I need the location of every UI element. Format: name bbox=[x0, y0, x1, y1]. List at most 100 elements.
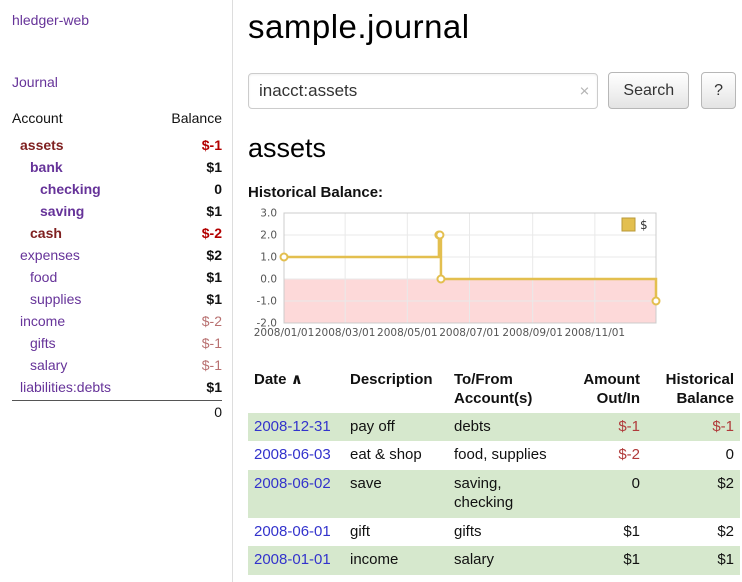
accounts-total-row: 0 bbox=[12, 400, 222, 423]
account-balance: $-2 bbox=[202, 225, 222, 241]
svg-text:1.0: 1.0 bbox=[260, 252, 277, 264]
transaction-date-link[interactable]: 2008-06-03 bbox=[254, 446, 331, 463]
table-row: 2008-06-03 eat & shop food, supplies $-2… bbox=[248, 441, 740, 470]
transaction-date-link[interactable]: 2008-06-01 bbox=[254, 523, 331, 540]
search-button[interactable]: Search bbox=[608, 72, 689, 109]
svg-text:2.0: 2.0 bbox=[260, 230, 277, 242]
account-link[interactable]: assets bbox=[12, 137, 64, 153]
account-balance: $1 bbox=[206, 203, 222, 219]
account-row: checking 0 bbox=[12, 178, 222, 200]
transaction-date-link[interactable]: 2008-06-02 bbox=[254, 475, 331, 492]
transaction-date-link[interactable]: 2008-12-31 bbox=[254, 418, 331, 435]
svg-text:$: $ bbox=[640, 218, 648, 232]
transaction-balance: 0 bbox=[646, 441, 740, 470]
account-row: food $1 bbox=[12, 266, 222, 288]
transaction-amount: $1 bbox=[564, 546, 646, 575]
account-link[interactable]: saving bbox=[12, 203, 84, 219]
transaction-date-link[interactable]: 2008-01-01 bbox=[254, 551, 331, 568]
svg-text:2008/03/01: 2008/03/01 bbox=[315, 327, 376, 339]
account-row: bank $1 bbox=[12, 156, 222, 178]
account-row: cash $-2 bbox=[12, 222, 222, 244]
transaction-accounts: food, supplies bbox=[448, 441, 564, 470]
account-balance: $2 bbox=[206, 247, 222, 263]
accounts-header-balance: Balance bbox=[171, 110, 222, 126]
table-row: 2008-06-01 gift gifts $1 $2 bbox=[248, 518, 740, 547]
transaction-amount: 0 bbox=[564, 470, 646, 518]
accounts-total-value: 0 bbox=[214, 404, 222, 420]
register-header-row: Date ∧ Description To/From Account(s) Am… bbox=[248, 367, 740, 413]
account-link[interactable]: supplies bbox=[12, 291, 81, 307]
account-row: liabilities:debts $1 bbox=[12, 376, 222, 398]
transaction-accounts: debts bbox=[448, 413, 564, 442]
transaction-description: gift bbox=[344, 518, 448, 547]
col-header-amount: Amount Out/In bbox=[564, 367, 646, 413]
svg-text:-1.0: -1.0 bbox=[257, 296, 278, 308]
account-link[interactable]: checking bbox=[12, 181, 101, 197]
svg-text:2008/07/01: 2008/07/01 bbox=[439, 327, 500, 339]
account-balance: $-1 bbox=[202, 335, 222, 351]
search-input[interactable] bbox=[248, 73, 598, 109]
account-row: supplies $1 bbox=[12, 288, 222, 310]
account-link[interactable]: bank bbox=[12, 159, 63, 175]
account-link[interactable]: food bbox=[12, 269, 57, 285]
transaction-balance: $2 bbox=[646, 470, 740, 518]
account-balance: $1 bbox=[206, 269, 222, 285]
account-row: assets $-1 bbox=[12, 134, 222, 156]
account-link[interactable]: income bbox=[12, 313, 65, 329]
account-row: gifts $-1 bbox=[12, 332, 222, 354]
account-row: saving $1 bbox=[12, 200, 222, 222]
transaction-amount: $-2 bbox=[564, 441, 646, 470]
svg-text:3.0: 3.0 bbox=[260, 208, 277, 220]
svg-text:2008/01/01: 2008/01/01 bbox=[254, 327, 315, 339]
transaction-accounts: saving, checking bbox=[448, 470, 564, 518]
transaction-description: save bbox=[344, 470, 448, 518]
col-header-accounts: To/From Account(s) bbox=[448, 367, 564, 413]
transaction-accounts: salary bbox=[448, 546, 564, 575]
clear-search-icon[interactable]: × bbox=[579, 82, 589, 99]
col-header-description: Description bbox=[344, 367, 448, 413]
search-box: × bbox=[248, 73, 598, 109]
col-header-date-label: Date bbox=[254, 371, 287, 388]
transaction-accounts: gifts bbox=[448, 518, 564, 547]
transaction-description: eat & shop bbox=[344, 441, 448, 470]
account-link[interactable]: liabilities:debts bbox=[12, 379, 111, 395]
account-link[interactable]: expenses bbox=[12, 247, 80, 263]
account-balance: 0 bbox=[214, 181, 222, 197]
account-balance: $-2 bbox=[202, 313, 222, 329]
account-row: salary $-1 bbox=[12, 354, 222, 376]
account-balance: $1 bbox=[206, 159, 222, 175]
svg-text:2008/11/01: 2008/11/01 bbox=[565, 327, 626, 339]
account-row: income $-2 bbox=[12, 310, 222, 332]
account-list: assets $-1 bank $1 checking 0 saving $1 … bbox=[12, 134, 222, 398]
balance-chart: 3.02.01.00.0-1.0-2.02008/01/012008/03/01… bbox=[248, 207, 664, 355]
account-balance: $1 bbox=[206, 291, 222, 307]
account-link[interactable]: salary bbox=[12, 357, 67, 373]
transaction-balance: $1 bbox=[646, 546, 740, 575]
transaction-amount: $-1 bbox=[564, 413, 646, 442]
table-row: 2008-01-01 income salary $1 $1 bbox=[248, 546, 740, 575]
nav-journal-link[interactable]: Journal bbox=[12, 74, 222, 90]
app-title-link[interactable]: hledger-web bbox=[12, 12, 222, 28]
account-link[interactable]: cash bbox=[12, 225, 62, 241]
table-row: 2008-12-31 pay off debts $-1 $-1 bbox=[248, 413, 740, 442]
help-button[interactable]: ? bbox=[701, 72, 736, 109]
svg-text:2008/09/01: 2008/09/01 bbox=[502, 327, 563, 339]
page-title: sample.journal bbox=[248, 8, 736, 46]
transaction-balance: $2 bbox=[646, 518, 740, 547]
account-link[interactable]: gifts bbox=[12, 335, 56, 351]
search-bar: × Search ? bbox=[248, 72, 736, 109]
table-row: 2008-06-02 save saving, checking 0 $2 bbox=[248, 470, 740, 518]
col-header-date[interactable]: Date ∧ bbox=[248, 367, 344, 413]
accounts-header-account: Account bbox=[12, 110, 63, 126]
account-balance: $1 bbox=[206, 379, 222, 395]
sidebar: hledger-web Journal Account Balance asse… bbox=[0, 0, 233, 582]
account-row: expenses $2 bbox=[12, 244, 222, 266]
chart-title: Historical Balance: bbox=[248, 184, 736, 201]
accounts-header: Account Balance bbox=[12, 108, 222, 134]
account-heading: assets bbox=[248, 133, 736, 164]
sort-ascending-icon: ∧ bbox=[291, 371, 303, 388]
col-header-balance: Historical Balance bbox=[646, 367, 740, 413]
account-balance: $-1 bbox=[202, 357, 222, 373]
transaction-balance: $-1 bbox=[646, 413, 740, 442]
main-content: sample.journal × Search ? assets Histori… bbox=[234, 0, 742, 582]
